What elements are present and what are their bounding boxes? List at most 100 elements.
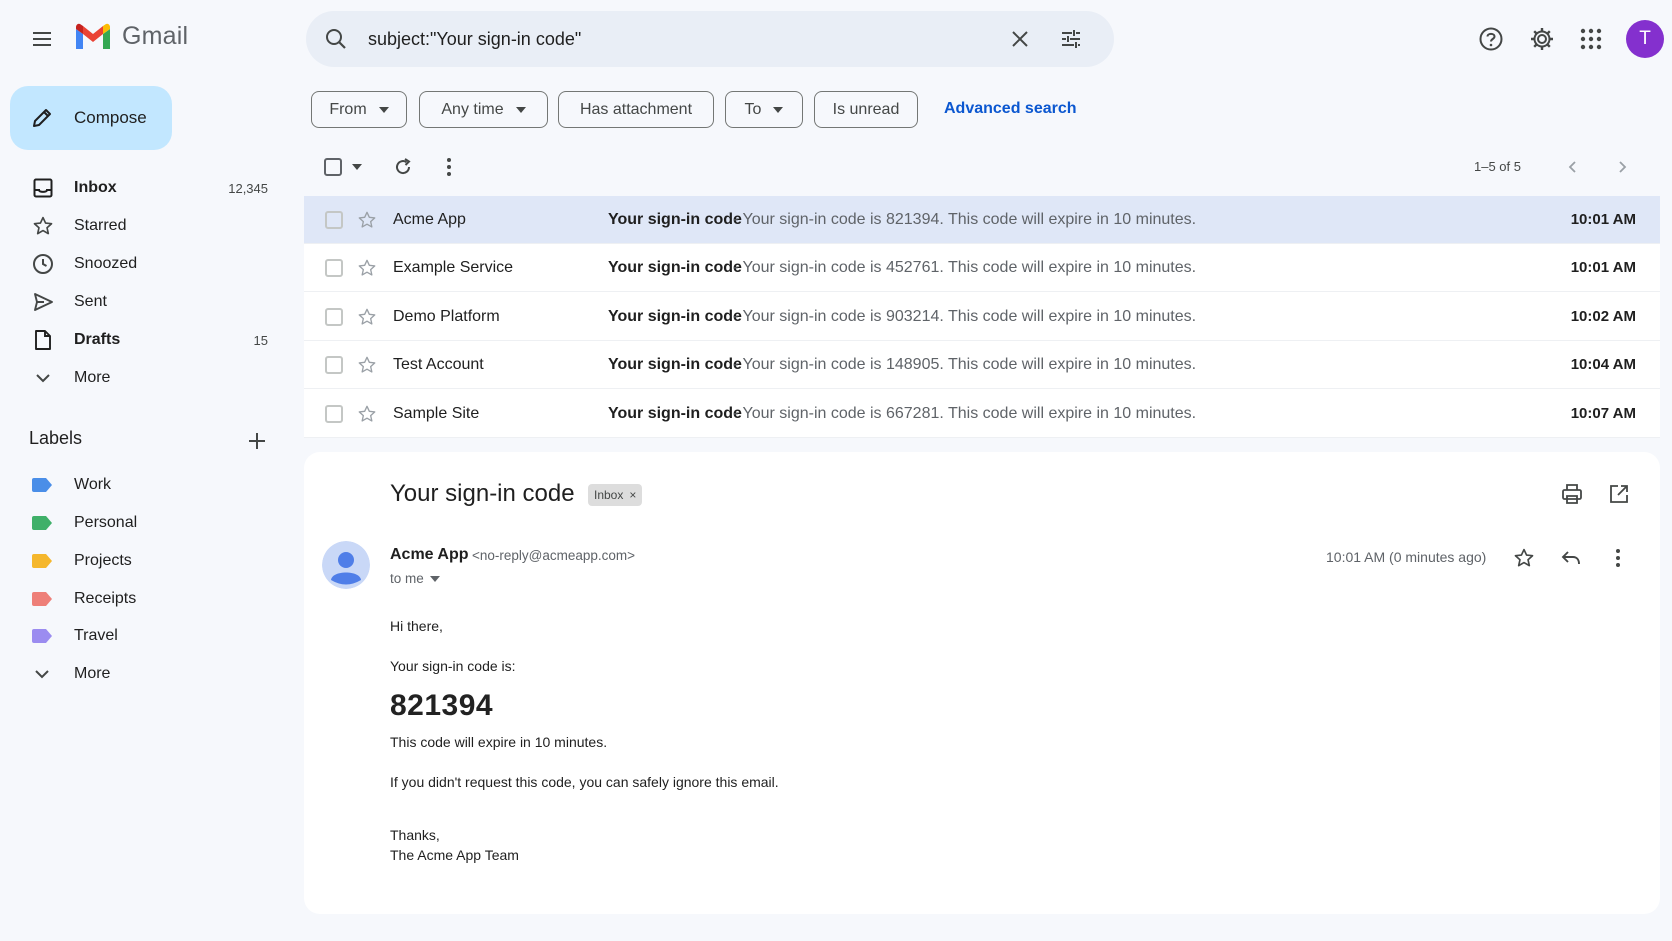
apps-button[interactable]	[1576, 24, 1606, 54]
reply-button[interactable]	[1558, 545, 1584, 571]
label-item-receipts[interactable]: Receipts	[30, 583, 270, 615]
star-icon[interactable]	[356, 306, 378, 328]
more-vert-icon	[1616, 549, 1620, 567]
nav-label: Drafts	[74, 331, 121, 348]
row-subject: Your sign-in code	[608, 259, 742, 276]
gear-icon	[1531, 28, 1553, 50]
clock-icon	[30, 251, 56, 277]
refresh-icon	[396, 158, 411, 175]
chip-label: Is unread	[832, 100, 900, 118]
row-checkbox[interactable]	[325, 259, 343, 277]
select-dropdown-icon[interactable]	[352, 164, 362, 170]
chevron-down-icon	[30, 365, 56, 391]
account-avatar[interactable]: T	[1626, 20, 1664, 58]
next-page-button[interactable]	[1611, 156, 1633, 178]
row-subject: Your sign-in code	[608, 308, 742, 325]
nav-item-drafts[interactable]: Drafts 15	[26, 323, 276, 357]
row-snippet: - Your sign-in code is 452761. This code…	[733, 259, 1197, 276]
label-item-travel[interactable]: Travel	[30, 620, 270, 652]
advanced-search-link[interactable]: Advanced search	[944, 100, 1077, 118]
clear-search-icon[interactable]	[1006, 25, 1034, 53]
label-chip: Inbox ×	[588, 484, 643, 506]
label-tag-icon	[32, 516, 52, 530]
star-icon[interactable]	[356, 354, 378, 376]
compose-label: Compose	[74, 108, 147, 127]
main-menu-button[interactable]	[24, 21, 60, 57]
star-icon	[1514, 548, 1534, 567]
prev-page-button[interactable]	[1562, 156, 1584, 178]
reading-pane: Your sign-in code Inbox × Acme App <no-r…	[304, 452, 1660, 914]
settings-button[interactable]	[1527, 24, 1557, 54]
row-snippet: - Your sign-in code is 821394. This code…	[733, 211, 1197, 228]
nav-label: More	[74, 369, 111, 386]
chip-from[interactable]: From	[311, 91, 407, 128]
recipient-details[interactable]: to me	[390, 571, 440, 586]
email-row[interactable]: Example Service Your sign-in code - Your…	[304, 244, 1660, 292]
print-icon	[1562, 484, 1582, 504]
recipient-label: to me	[390, 571, 424, 586]
star-icon[interactable]	[356, 257, 378, 279]
email-list: Acme App Your sign-in code - Your sign-i…	[304, 196, 1660, 438]
gmail-logo[interactable]: Gmail	[74, 22, 188, 51]
chip-any-time[interactable]: Any time	[419, 91, 548, 128]
more-options-button[interactable]	[437, 155, 461, 179]
nav-item-more[interactable]: More	[26, 361, 276, 395]
open-in-new-icon	[1610, 485, 1628, 503]
label-item-personal[interactable]: Personal	[30, 507, 270, 539]
refresh-button[interactable]	[391, 155, 415, 179]
search-input[interactable]	[368, 23, 988, 55]
chip-label: From	[329, 100, 367, 118]
row-checkbox[interactable]	[325, 211, 343, 229]
row-sender: Acme App	[393, 211, 466, 228]
row-time: 10:02 AM	[1570, 308, 1636, 325]
chip-label: To	[744, 100, 762, 118]
message-more-button[interactable]	[1605, 545, 1631, 571]
label-name: Projects	[74, 552, 132, 569]
nav-item-sent[interactable]: Sent	[26, 285, 276, 319]
nav-label: Snoozed	[74, 255, 138, 272]
label-item-work[interactable]: Work	[30, 469, 270, 501]
star-message-button[interactable]	[1511, 545, 1537, 571]
row-checkbox[interactable]	[325, 308, 343, 326]
open-new-window-button[interactable]	[1606, 481, 1632, 507]
nav-count: 12,345	[228, 180, 268, 196]
help-icon	[1479, 27, 1503, 51]
chip-is-unread[interactable]: Is unread	[814, 91, 918, 128]
row-snippet: - Your sign-in code is 903214. This code…	[733, 308, 1197, 325]
add-label-button[interactable]	[244, 428, 270, 454]
body-signature: The Acme App Team	[390, 847, 519, 863]
help-button[interactable]	[1476, 24, 1506, 54]
label-item-projects[interactable]: Projects	[30, 545, 270, 577]
star-icon[interactable]	[356, 403, 378, 425]
chip-has-attachment[interactable]: Has attachment	[558, 91, 714, 128]
search-options-icon[interactable]	[1056, 25, 1086, 53]
draft-icon	[30, 327, 56, 353]
row-snippet: - Your sign-in code is 148905. This code…	[733, 356, 1197, 373]
compose-button[interactable]: Compose	[10, 86, 172, 150]
label-tag-icon	[32, 478, 52, 492]
label-tag-icon	[32, 592, 52, 606]
print-button[interactable]	[1559, 481, 1585, 507]
email-row[interactable]: Acme App Your sign-in code - Your sign-i…	[304, 196, 1660, 244]
nav-item-snoozed[interactable]: Snoozed	[26, 247, 276, 281]
search-bar[interactable]	[306, 11, 1114, 67]
nav-item-inbox[interactable]: Inbox 12,345	[26, 171, 276, 205]
nav-label: Sent	[74, 293, 107, 310]
email-row[interactable]: Sample Site Your sign-in code - Your sig…	[304, 390, 1660, 438]
email-row[interactable]: Demo Platform Your sign-in code - Your s…	[304, 293, 1660, 341]
chevron-left-icon	[1568, 161, 1576, 173]
nav-item-starred[interactable]: Starred	[26, 209, 276, 243]
star-icon[interactable]	[356, 209, 378, 231]
row-checkbox[interactable]	[325, 356, 343, 374]
sign-in-code: 821394	[390, 689, 494, 722]
select-all-checkbox[interactable]	[324, 158, 342, 176]
row-checkbox[interactable]	[325, 405, 343, 423]
body-intro: Your sign-in code is:	[390, 658, 516, 674]
search-icon[interactable]	[322, 25, 350, 53]
email-row[interactable]: Test Account Your sign-in code - Your si…	[304, 341, 1660, 389]
labels-more[interactable]: More	[30, 658, 270, 690]
remove-label-icon[interactable]: ×	[629, 488, 636, 502]
person-icon	[322, 541, 370, 589]
chip-to[interactable]: To	[725, 91, 803, 128]
row-subject: Your sign-in code	[608, 405, 742, 422]
